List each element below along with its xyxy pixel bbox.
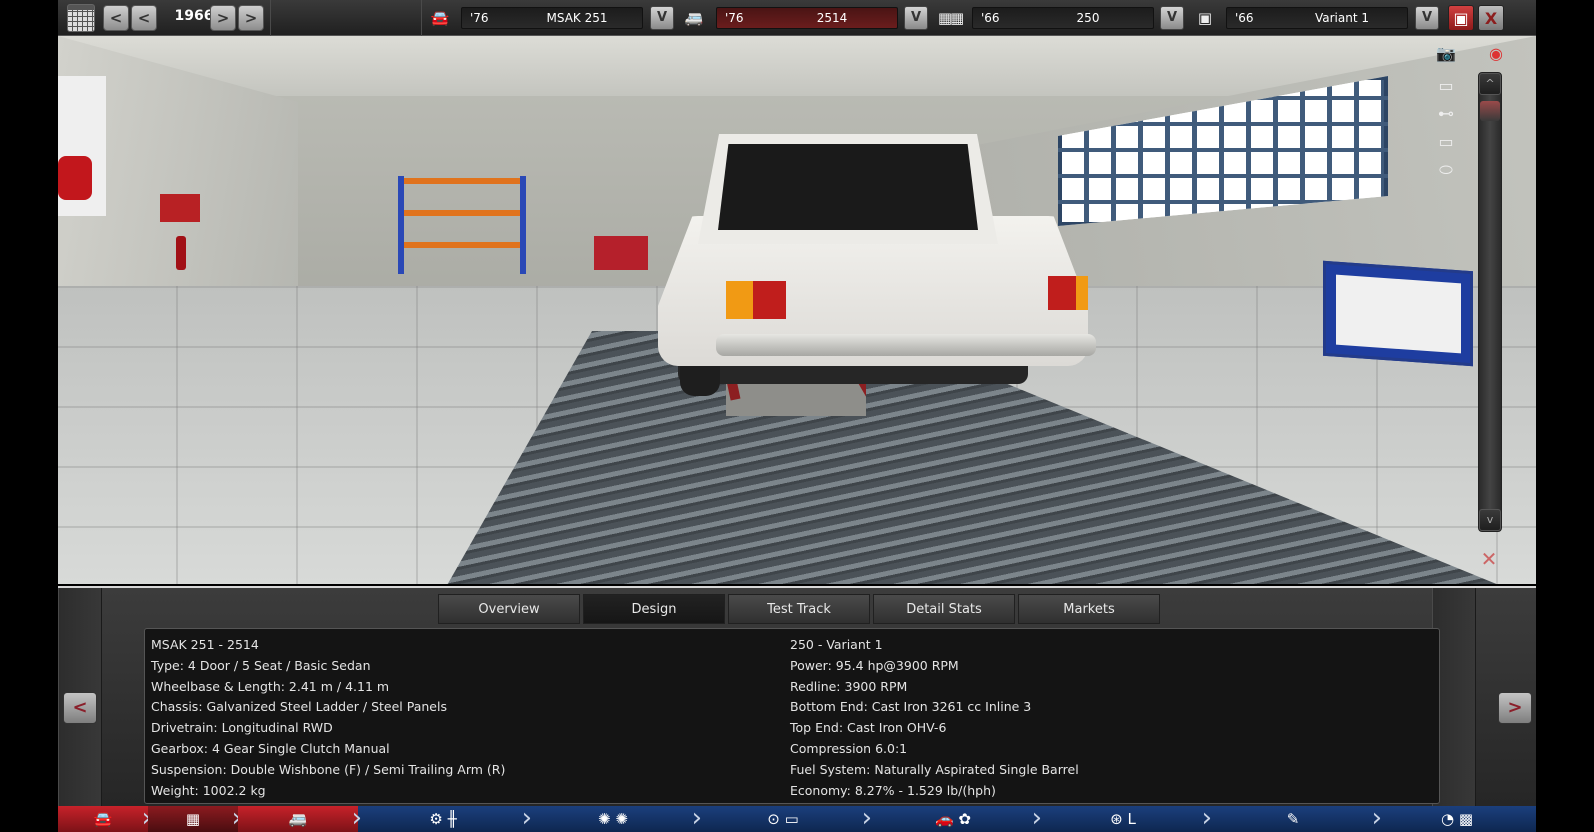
- engine-family-name: 250: [1076, 11, 1100, 25]
- car-type: Type: 4 Door / 5 Seat / Basic Sedan: [151, 657, 371, 673]
- nav-car-model-icon[interactable]: 🚘: [58, 803, 152, 832]
- close-button[interactable]: X: [1478, 5, 1504, 31]
- engine-variant-name: Variant 1: [1314, 11, 1369, 25]
- prev-page-button[interactable]: <: [63, 692, 97, 724]
- car-chassis: Chassis: Galvanized Steel Ladder / Steel…: [151, 699, 447, 715]
- scroll-thumb[interactable]: [1480, 101, 1500, 121]
- tab-overview[interactable]: Overview: [438, 594, 580, 624]
- nav-trim-icon[interactable]: 🚐: [238, 803, 362, 832]
- engine-family-dropdown-button[interactable]: V: [1160, 6, 1184, 30]
- engine-family-year: '66: [981, 11, 1000, 25]
- view-rear-icon[interactable]: ▭: [1426, 132, 1466, 152]
- view-top-icon[interactable]: ⬭: [1426, 160, 1466, 180]
- calendar-icon[interactable]: [67, 4, 95, 32]
- engine-title: 250 - Variant 1: [790, 637, 883, 652]
- car-model-year: '76: [470, 11, 489, 25]
- trim-year: '76: [725, 11, 744, 25]
- zoom-scrollbar[interactable]: ^ v: [1478, 72, 1502, 532]
- car-model-name: MSAK 251: [546, 11, 608, 25]
- engine-summary: 250 - Variant 1 Power: 95.4 hp@3900 RPM …: [790, 635, 1079, 801]
- reset-view-icon[interactable]: ✕: [1474, 544, 1504, 574]
- scroll-up-button[interactable]: ^: [1479, 73, 1501, 95]
- car-summary-box: MSAK 251 - 2514 Type: 4 Door / 5 Seat / …: [144, 628, 1440, 804]
- year-forward-fast-button[interactable]: >: [238, 5, 264, 31]
- fire-sign: [160, 194, 200, 222]
- engine-variant-icon: ▣: [1197, 9, 1213, 27]
- trim-selector[interactable]: '76 2514: [716, 7, 898, 29]
- wall-poster: [58, 76, 106, 216]
- info-panel: < > Overview Design Test Track Detail St…: [58, 586, 1536, 808]
- nav-body-icon[interactable]: ⊙ ▭: [698, 803, 872, 832]
- trim-icon: 🚐: [684, 9, 704, 27]
- tab-markets[interactable]: Markets: [1018, 594, 1160, 624]
- garage-3d-viewport[interactable]: [58, 36, 1536, 584]
- trim-name: 2514: [816, 11, 848, 25]
- tool-shelf: [398, 176, 526, 274]
- car-model-dropdown-button[interactable]: V: [650, 6, 674, 30]
- car-suspension: Suspension: Double Wishbone (F) / Semi T…: [151, 761, 506, 777]
- year-forward-button[interactable]: >: [210, 5, 236, 31]
- tab-detail-stats[interactable]: Detail Stats: [873, 594, 1015, 624]
- save-icon[interactable]: ▣: [1448, 5, 1474, 31]
- view-front-icon[interactable]: ▭: [1426, 76, 1466, 96]
- nav-gearbox-icon[interactable]: ⚙ ╫: [358, 803, 532, 832]
- car-rear-window: [718, 144, 978, 230]
- tab-test-track[interactable]: Test Track: [728, 594, 870, 624]
- car-title: MSAK 251 - 2514: [151, 637, 259, 652]
- tab-design[interactable]: Design: [583, 594, 725, 624]
- nav-finish-icon[interactable]: ◔ ▩: [1378, 806, 1536, 832]
- nav-engine-icon[interactable]: ▦: [148, 803, 242, 832]
- engine-variant-selector[interactable]: '66 Variant 1: [1226, 7, 1408, 29]
- engine-bottom-end: Bottom End: Cast Iron 3261 cc Inline 3: [790, 699, 1032, 715]
- view-tools: 📷 ◉ ▭ ⊷ ▭ ⬭: [1418, 36, 1503, 584]
- engine-economy: Economy: 8.27% - 1.529 lb/(hph): [790, 782, 996, 798]
- trim-dropdown-button[interactable]: V: [904, 6, 928, 30]
- car-weight: Weight: 1002.2 kg: [151, 782, 266, 798]
- engine-family-selector[interactable]: '66 250: [972, 7, 1154, 29]
- scroll-down-button[interactable]: v: [1479, 509, 1501, 531]
- red-toolbox: [594, 236, 648, 270]
- view-side-icon[interactable]: ⊷: [1426, 104, 1466, 124]
- design-step-nav: 🚘 ▦ 🚐 ⚙ ╫ ✺ ✺ ⊙ ▭ 🚗 ✿ ⊛ L ✎ ◔ ▩: [58, 803, 1536, 832]
- engine-power: Power: 95.4 hp@3900 RPM: [790, 657, 959, 673]
- car-drivetrain: Drivetrain: Longitudinal RWD: [151, 720, 333, 736]
- engine-fuel-system: Fuel System: Naturally Aspirated Single …: [790, 761, 1079, 777]
- engine-compression: Compression 6.0:1: [790, 740, 908, 756]
- info-tabs: Overview Design Test Track Detail Stats …: [438, 594, 1160, 624]
- car-bumper: [716, 334, 1096, 356]
- car-model-selector[interactable]: '76 MSAK 251: [461, 7, 643, 29]
- nav-wheels-icon[interactable]: ✺ ✺: [528, 803, 702, 832]
- camera-icon[interactable]: 📷: [1426, 44, 1466, 64]
- fire-extinguisher: [176, 236, 186, 270]
- car-tail-light-right: [1048, 276, 1088, 310]
- engine-variant-dropdown-button[interactable]: V: [1415, 6, 1439, 30]
- next-page-button[interactable]: >: [1498, 692, 1532, 724]
- car-model-icon: 🚘: [430, 9, 450, 27]
- year-back-fast-button[interactable]: <: [103, 5, 129, 31]
- car-summary: MSAK 251 - 2514 Type: 4 Door / 5 Seat / …: [151, 635, 505, 801]
- nav-aero-icon[interactable]: 🚗 ✿: [868, 803, 1042, 832]
- eye-icon[interactable]: ◉: [1476, 44, 1516, 64]
- car-gearbox: Gearbox: 4 Gear Single Clutch Manual: [151, 740, 390, 756]
- year-back-button[interactable]: <: [131, 5, 157, 31]
- car-tail-light-left: [726, 281, 786, 319]
- engine-redline: Redline: 3900 RPM: [790, 678, 908, 694]
- engine-variant-year: '66: [1235, 11, 1254, 25]
- engine-top-end: Top End: Cast Iron OHV-6: [790, 720, 947, 736]
- nav-testing-icon[interactable]: ✎: [1208, 803, 1382, 832]
- nav-interior-icon[interactable]: ⊛ L: [1038, 803, 1212, 832]
- engine-family-icon: ▦▦: [937, 9, 964, 27]
- car-wheelbase: Wheelbase & Length: 2.41 m / 4.11 m: [151, 678, 390, 694]
- top-bar: < < 1966 > > 🚘 '76 MSAK 251 V 🚐 '76 2514…: [58, 0, 1536, 36]
